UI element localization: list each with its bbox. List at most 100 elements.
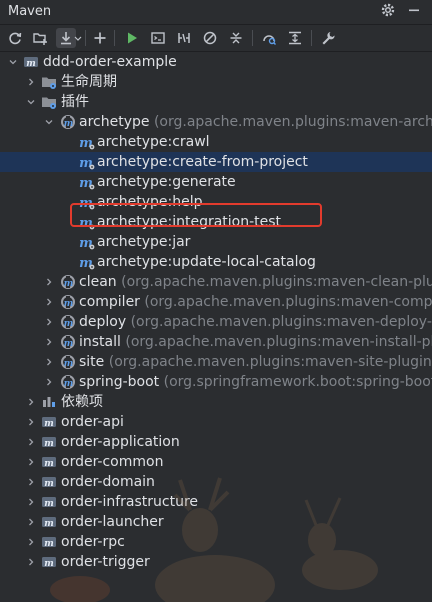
- background-deer-illustration: [50, 477, 378, 602]
- settings-wrench-icon[interactable]: [318, 28, 338, 48]
- tree-item-plugin[interactable]: m deploy (org.apache.maven.plugins:maven…: [0, 312, 432, 332]
- chevron-right-icon[interactable]: [27, 398, 35, 406]
- toggle-offline-icon[interactable]: [174, 28, 194, 48]
- chevron-right-icon[interactable]: [27, 558, 35, 566]
- chevron-down-icon[interactable]: [27, 98, 35, 106]
- tree-item-plugin[interactable]: m site (org.apache.maven.plugins:maven-s…: [0, 352, 432, 372]
- minimize-icon[interactable]: [404, 2, 424, 22]
- chevron-down-icon[interactable]: [45, 118, 53, 126]
- svg-text:m: m: [44, 419, 54, 429]
- download-dropdown-icon[interactable]: [74, 28, 82, 48]
- tree-item-goal[interactable]: m archetype:crawl: [0, 132, 432, 152]
- toolbar-divider: [252, 30, 253, 46]
- svg-text:m: m: [64, 299, 74, 309]
- plugin-coordinates: (org.apache.maven.plugins:maven-site-plu…: [108, 354, 432, 370]
- tree-item-plugin-archetype[interactable]: m archetype (org.apache.maven.plugins:ma…: [0, 112, 432, 132]
- plugin-icon: m: [61, 275, 75, 289]
- tree-item-goal-selected[interactable]: m archetype:create-from-project: [0, 152, 432, 172]
- tree-item-module[interactable]: m order-application: [0, 432, 432, 452]
- download-icon[interactable]: [56, 28, 76, 48]
- tree-item-label: ddd-order-example: [43, 54, 177, 70]
- add-folder-icon[interactable]: [30, 28, 50, 48]
- plugin-coordinates: (org.apache.maven.plugins:maven-compiler: [144, 294, 432, 310]
- chevron-right-icon[interactable]: [27, 418, 35, 426]
- collapse-icon[interactable]: [226, 28, 246, 48]
- chevron-right-icon[interactable]: [45, 298, 53, 306]
- chevron-right-icon[interactable]: [27, 538, 35, 546]
- panel-header: Maven: [0, 0, 432, 25]
- tree-item-plugin[interactable]: m spring-boot (org.springframework.boot:…: [0, 372, 432, 392]
- tree-item-goal[interactable]: m archetype:generate: [0, 172, 432, 192]
- plugin-coordinates: (org.apache.maven.plugins:maven-archetyp…: [153, 114, 432, 130]
- plugin-coordinates: (org.apache.maven.plugins:maven-deploy-p…: [130, 314, 432, 330]
- plugin-name: deploy: [79, 314, 127, 330]
- tree-item-label: order-application: [61, 434, 180, 450]
- chevron-down-icon[interactable]: [9, 58, 17, 66]
- tree-item-plugin[interactable]: m compiler (org.apache.maven.plugins:mav…: [0, 292, 432, 312]
- svg-text:m: m: [64, 379, 74, 389]
- maven-goal-icon: m: [79, 176, 95, 190]
- tree-item-module[interactable]: m order-common: [0, 452, 432, 472]
- toolbar-divider: [311, 30, 312, 46]
- settings-gear-icon[interactable]: [378, 2, 398, 22]
- tree-item-module[interactable]: m order-api: [0, 412, 432, 432]
- svg-text:m: m: [64, 319, 74, 329]
- svg-text:m: m: [64, 119, 74, 129]
- svg-text:m: m: [64, 359, 74, 369]
- console-icon[interactable]: [148, 28, 168, 48]
- reload-icon[interactable]: [5, 28, 25, 48]
- plugin-coordinates: (org.springframework.boot:spring-boot-: [163, 374, 432, 390]
- chevron-right-icon[interactable]: [45, 358, 53, 366]
- maven-project-icon: m: [24, 57, 38, 69]
- svg-text:m: m: [26, 59, 36, 69]
- tree-item-plugin[interactable]: m install (org.apache.maven.plugins:mave…: [0, 332, 432, 352]
- chevron-right-icon[interactable]: [27, 498, 35, 506]
- chevron-right-icon[interactable]: [45, 378, 53, 386]
- maven-goal-icon: m: [79, 156, 95, 170]
- tree-item-plugins[interactable]: 插件: [0, 92, 432, 112]
- tree-item-lifecycle[interactable]: 生命周期: [0, 72, 432, 92]
- plugin-name: site: [79, 354, 105, 370]
- svg-text:m: m: [64, 279, 74, 289]
- chevron-right-icon[interactable]: [45, 318, 53, 326]
- chevron-right-icon[interactable]: [27, 438, 35, 446]
- tree-item-label: 插件: [61, 94, 89, 110]
- tree-item-label: order-common: [61, 454, 164, 470]
- svg-text:m: m: [64, 339, 74, 349]
- svg-text:m: m: [44, 459, 54, 469]
- show-deps-icon[interactable]: [285, 28, 305, 48]
- toolbar-divider: [85, 30, 86, 46]
- chevron-right-icon[interactable]: [45, 338, 53, 346]
- plugin-name: compiler: [79, 294, 140, 310]
- skip-tests-icon[interactable]: [200, 28, 220, 48]
- panel-title: Maven: [8, 4, 52, 19]
- chevron-right-icon[interactable]: [27, 78, 35, 86]
- toolbar-divider: [114, 30, 115, 46]
- maven-goal-icon: m: [79, 256, 95, 270]
- dependencies-icon: [43, 397, 55, 407]
- folder-gear-icon: [42, 77, 56, 89]
- highlight-annotation: [70, 203, 322, 227]
- tree-item-label: archetype:create-from-project: [97, 154, 308, 170]
- maven-module-icon: m: [42, 457, 56, 469]
- tree-item-goal[interactable]: m archetype:update-local-catalog: [0, 252, 432, 272]
- plugin-name: archetype: [79, 114, 150, 130]
- maven-goal-icon: m: [79, 136, 95, 150]
- tree-item-dependencies[interactable]: 依赖项: [0, 392, 432, 412]
- tree-item-goal[interactable]: m archetype:jar: [0, 232, 432, 252]
- run-icon[interactable]: [122, 28, 142, 48]
- chevron-right-icon[interactable]: [27, 458, 35, 466]
- maven-toolbar: [0, 25, 432, 52]
- plus-icon[interactable]: [90, 28, 110, 48]
- chevron-right-icon[interactable]: [45, 278, 53, 286]
- chevron-right-icon[interactable]: [27, 478, 35, 486]
- plugin-icon: m: [61, 335, 75, 349]
- tree-item-label: archetype:update-local-catalog: [97, 254, 316, 270]
- maven-module-icon: m: [42, 437, 56, 449]
- chevron-right-icon[interactable]: [27, 518, 35, 526]
- tree-item-plugin[interactable]: m clean (org.apache.maven.plugins:maven-…: [0, 272, 432, 292]
- tree-item-project[interactable]: m ddd-order-example: [0, 52, 432, 72]
- tree-item-label: archetype:generate: [97, 174, 236, 190]
- analyze-icon[interactable]: [259, 28, 279, 48]
- maven-goal-icon: m: [79, 236, 95, 250]
